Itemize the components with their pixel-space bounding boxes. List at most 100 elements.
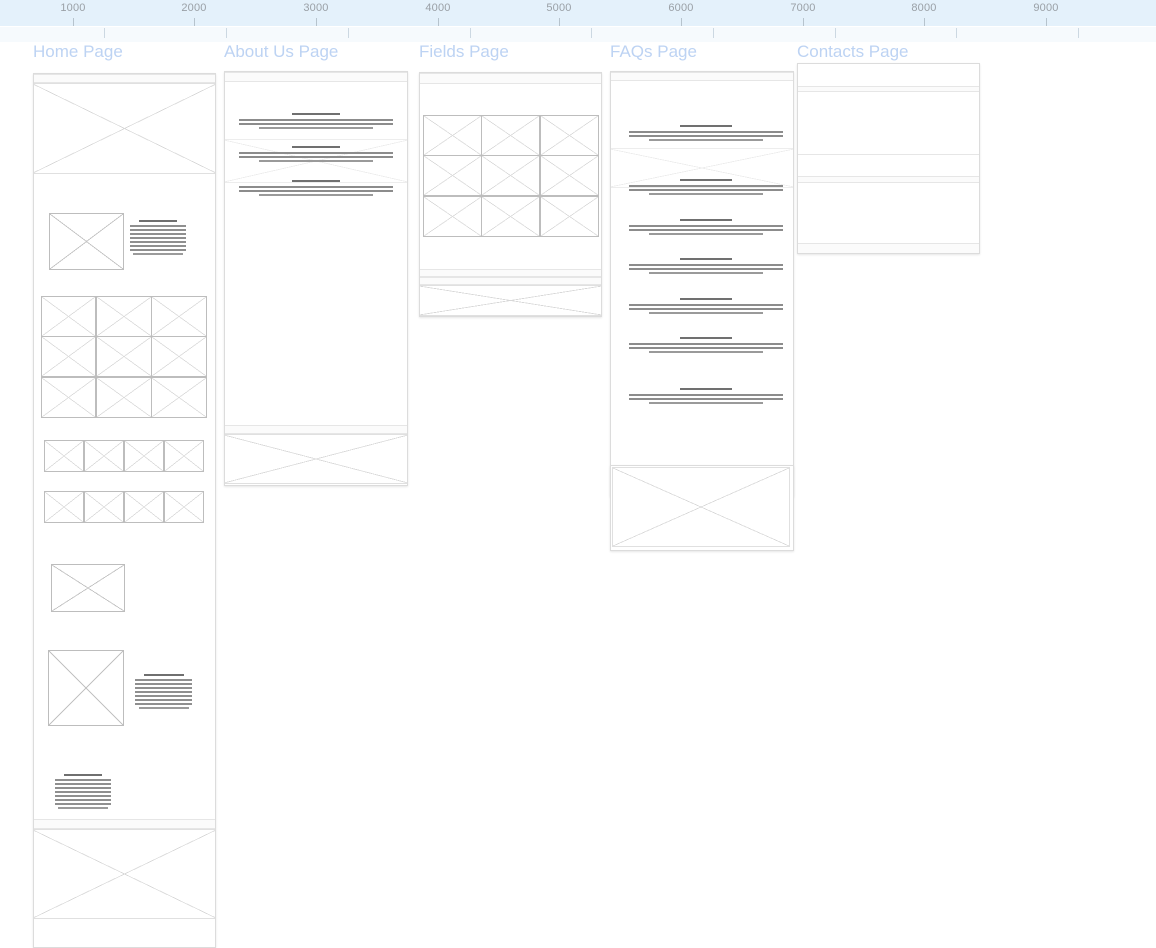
page-title-about-us[interactable]: About Us Page	[224, 42, 338, 63]
ruler-label: 2000	[181, 2, 207, 14]
home-gallery-grid[interactable]	[40, 295, 207, 418]
grid-cell[interactable]	[481, 114, 541, 156]
ruler-minor-tick	[470, 28, 471, 38]
grid-cell[interactable]	[151, 336, 207, 378]
faq-item[interactable]	[629, 258, 783, 276]
ruler-label: 3000	[303, 2, 329, 14]
wireframe-faqs-page[interactable]	[610, 71, 794, 497]
ruler-label: 1000	[60, 2, 86, 14]
ruler-label: 6000	[668, 2, 694, 14]
grid-cell[interactable]	[43, 439, 84, 472]
fields-grid[interactable]	[422, 114, 599, 237]
home-feature-image[interactable]	[49, 213, 124, 270]
grid-cell[interactable]	[40, 336, 97, 378]
horizontal-ruler[interactable]: 1000 2000 3000 4000 5000 6000 7000 8000 9000	[0, 0, 1156, 43]
wireframe-home-page[interactable]	[33, 73, 216, 948]
grid-cell[interactable]	[123, 490, 164, 523]
contacts-section-top	[798, 64, 979, 86]
ruler-main-band	[0, 0, 1156, 26]
ruler-label: 9000	[1033, 2, 1059, 14]
contacts-form-area-1[interactable]	[798, 92, 979, 154]
home-strip-row-1[interactable]	[43, 439, 204, 472]
faq-item[interactable]	[629, 388, 783, 406]
wireframe-fields-page[interactable]	[419, 72, 602, 317]
ruler-major-tick	[681, 18, 682, 26]
home-thumbnail-image[interactable]	[51, 564, 125, 612]
page-column-contacts: Contacts Page	[797, 42, 909, 64]
contacts-section-middle	[798, 154, 979, 176]
ruler-minor-tick	[1078, 28, 1079, 38]
grid-cell[interactable]	[151, 376, 207, 418]
ruler-minor-tick	[104, 28, 105, 38]
about-footer-band	[225, 425, 407, 434]
grid-cell[interactable]	[95, 295, 152, 337]
faq-item[interactable]	[629, 298, 783, 316]
about-header-band	[225, 72, 407, 82]
contacts-divider-2	[798, 176, 979, 183]
ruler-minor-tick	[226, 28, 227, 38]
ruler-major-tick	[1046, 18, 1047, 26]
faqs-header-band	[611, 72, 793, 81]
grid-cell[interactable]	[95, 376, 152, 418]
grid-cell[interactable]	[43, 490, 84, 523]
grid-cell[interactable]	[83, 490, 124, 523]
page-title-fields[interactable]: Fields Page	[419, 42, 509, 63]
home-footer-placeholder[interactable]	[34, 829, 215, 919]
home-paragraph-block	[55, 774, 111, 809]
grid-cell[interactable]	[422, 195, 482, 237]
ruler-minor-tick	[713, 28, 714, 38]
fields-divider-band	[420, 269, 601, 277]
grid-cell[interactable]	[422, 155, 482, 197]
ruler-major-tick	[559, 18, 560, 26]
home-media-image[interactable]	[48, 650, 124, 726]
home-strip-row-2[interactable]	[43, 490, 204, 523]
ruler-major-tick	[438, 18, 439, 26]
grid-cell[interactable]	[163, 490, 204, 523]
ruler-label: 5000	[546, 2, 572, 14]
grid-cell[interactable]	[481, 195, 541, 237]
page-title-contacts[interactable]: Contacts Page	[797, 42, 909, 64]
grid-cell[interactable]	[40, 376, 97, 418]
about-section-1	[239, 113, 393, 131]
grid-cell[interactable]	[539, 195, 599, 237]
design-canvas[interactable]: Home Page About Us Page Fields Page FAQs…	[0, 42, 1156, 948]
grid-cell[interactable]	[481, 155, 541, 197]
page-column-fields: Fields Page	[419, 42, 509, 63]
home-footer-band	[34, 819, 215, 829]
faq-item[interactable]	[629, 337, 783, 355]
grid-cell[interactable]	[95, 336, 152, 378]
faqs-footer-placeholder[interactable]	[612, 467, 790, 547]
ruler-minor-tick	[348, 28, 349, 38]
ruler-major-tick	[924, 18, 925, 26]
grid-cell[interactable]	[163, 439, 204, 472]
fields-footer-placeholder[interactable]	[420, 285, 601, 316]
ruler-major-tick	[194, 18, 195, 26]
grid-cell[interactable]	[40, 295, 97, 337]
wireframe-about-us-page[interactable]	[224, 71, 408, 486]
page-title-home[interactable]: Home Page	[33, 42, 123, 63]
faqs-footer-placeholder-frame[interactable]	[610, 465, 794, 551]
grid-cell[interactable]	[539, 114, 599, 156]
about-footer-placeholder[interactable]	[225, 434, 407, 484]
faq-item[interactable]	[629, 179, 783, 197]
grid-cell[interactable]	[83, 439, 124, 472]
grid-cell[interactable]	[539, 155, 599, 197]
ruler-major-tick	[73, 18, 74, 26]
ruler-major-tick	[316, 18, 317, 26]
contacts-form-area-2[interactable]	[798, 183, 979, 243]
ruler-minor-tick	[835, 28, 836, 38]
grid-cell[interactable]	[123, 439, 164, 472]
grid-cell[interactable]	[151, 295, 207, 337]
about-section-3	[239, 180, 393, 198]
home-feature-text	[130, 220, 186, 255]
home-hero-placeholder[interactable]	[34, 83, 215, 174]
grid-cell[interactable]	[422, 114, 482, 156]
faq-item[interactable]	[629, 125, 783, 143]
wireframe-contacts-page[interactable]	[797, 63, 980, 254]
faq-item[interactable]	[629, 219, 783, 237]
page-title-faqs[interactable]: FAQs Page	[610, 42, 697, 63]
ruler-label: 4000	[425, 2, 451, 14]
fields-footer-band	[420, 277, 601, 285]
ruler-minor-tick	[591, 28, 592, 38]
page-column-home: Home Page	[33, 42, 123, 63]
